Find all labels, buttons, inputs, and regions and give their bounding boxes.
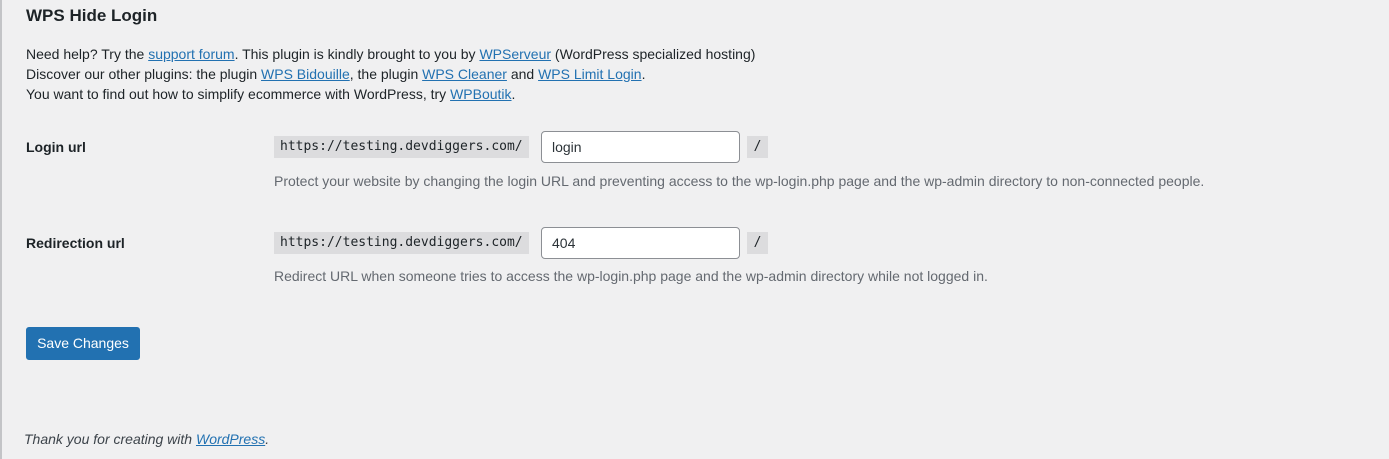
wpserveur-link[interactable]: WPServeur: [479, 46, 551, 62]
ecommerce-text: You want to find out how to simplify eco…: [26, 86, 451, 102]
admin-menu-edge: [0, 0, 2, 459]
redirection-url-prefix: https://testing.devdiggers.com/: [274, 232, 529, 254]
plugins-end: .: [641, 66, 646, 82]
hosting-text: (WordPress specialized hosting): [551, 46, 756, 62]
ecommerce-end: .: [511, 86, 516, 102]
wps-cleaner-link[interactable]: WPS Cleaner: [422, 66, 507, 82]
login-url-description: Protect your website by changing the log…: [274, 173, 1205, 189]
save-changes-button[interactable]: Save Changes: [26, 327, 140, 360]
login-url-suffix: /: [747, 136, 768, 158]
plugins-text: Discover our other plugins: the plugin: [26, 66, 262, 82]
login-url-prefix: https://testing.devdiggers.com/: [274, 136, 529, 158]
page-title: WPS Hide Login: [26, 6, 158, 25]
redirection-url-suffix: /: [747, 232, 768, 254]
ecommerce-line: You want to find out how to simplify eco…: [26, 84, 755, 104]
wps-limit-login-link[interactable]: WPS Limit Login: [538, 66, 641, 82]
plugins-sep-1: , the plugin: [349, 66, 423, 82]
help-text: Need help? Try the: [26, 46, 149, 62]
support-forum-link[interactable]: support forum: [148, 46, 234, 62]
wordpress-link[interactable]: WordPress: [196, 431, 265, 447]
login-url-label: Login url: [26, 139, 86, 155]
help-line: Need help? Try the support forum. This p…: [26, 44, 755, 64]
admin-footer-text: Thank you for creating with WordPress.: [24, 429, 269, 449]
redirection-url-description: Redirect URL when someone tries to acces…: [274, 268, 988, 284]
plugins-line: Discover our other plugins: the plugin W…: [26, 64, 755, 84]
footer-end: .: [265, 431, 270, 447]
sponsor-text: . This plugin is kindly brought to you b…: [234, 46, 480, 62]
plugins-sep-2: and: [506, 66, 539, 82]
wps-bidouille-link[interactable]: WPS Bidouille: [261, 66, 350, 82]
redirection-url-input[interactable]: [541, 227, 740, 259]
wpboutik-link[interactable]: WPBoutik: [450, 86, 511, 102]
wps-hide-login-settings-page: WPS Hide Login Need help? Try the suppor…: [0, 0, 1389, 459]
plugin-intro: Need help? Try the support forum. This p…: [26, 44, 755, 104]
login-url-input[interactable]: [541, 131, 740, 163]
footer-thanks-text: Thank you for creating with: [24, 431, 196, 447]
redirection-url-label: Redirection url: [26, 235, 125, 251]
